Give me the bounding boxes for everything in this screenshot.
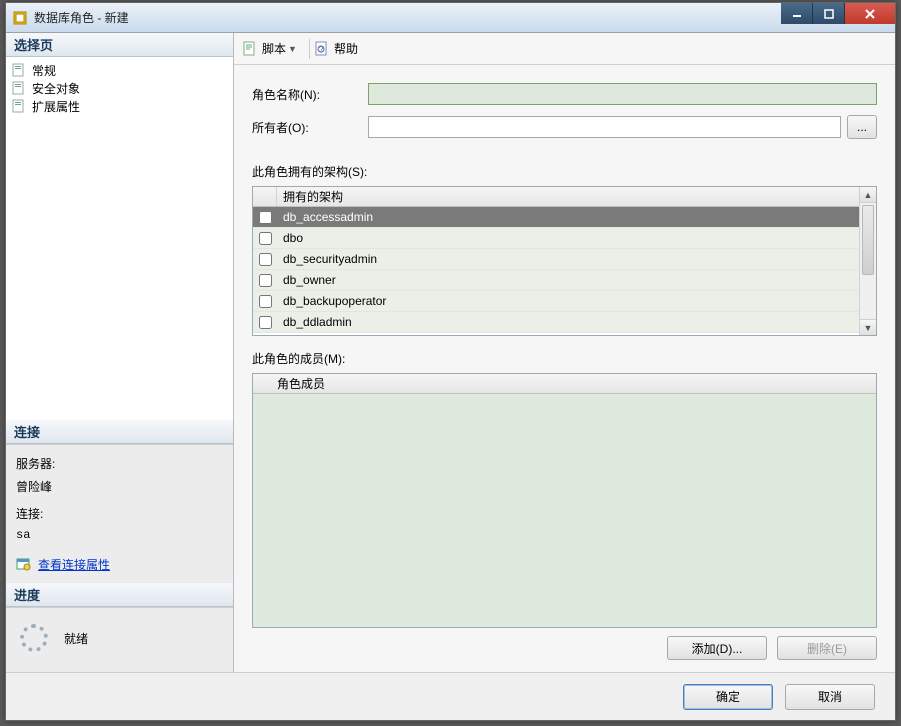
schemas-column-header: 拥有的架构	[277, 188, 343, 205]
link-text: 查看连接属性	[38, 556, 110, 573]
page-icon	[12, 63, 28, 77]
spinner-icon	[20, 624, 48, 652]
script-button[interactable]: 脚本 ▼	[242, 40, 297, 57]
right-panel: 脚本 ▼ ? 帮助 角色名称(N): 所有者(O): ...	[234, 33, 895, 672]
app-icon	[12, 10, 28, 26]
script-label: 脚本	[262, 40, 286, 57]
schema-row[interactable]: db_ddladmin	[253, 312, 859, 333]
minimize-button[interactable]	[781, 3, 813, 24]
left-panel: 选择页 常规 安全对象 扩展属性 连接 服务器: 曾险峰	[6, 33, 234, 672]
connection-section: 服务器: 曾险峰 连接: sa 查看连接属性	[6, 444, 233, 584]
remove-member-button[interactable]: 删除(E)	[777, 636, 877, 660]
scroll-up-icon[interactable]: ▲	[860, 187, 876, 203]
nav-item-extended[interactable]: 扩展属性	[12, 97, 233, 115]
schemas-grid-header: 拥有的架构	[253, 187, 859, 207]
dialog-body: 选择页 常规 安全对象 扩展属性 连接 服务器: 曾险峰	[6, 33, 895, 672]
schema-name: db_ddladmin	[277, 315, 859, 329]
members-body	[253, 394, 876, 627]
members-label: 此角色的成员(M):	[252, 350, 877, 367]
scroll-thumb[interactable]	[862, 205, 874, 275]
role-name-label: 角色名称(N):	[252, 86, 368, 103]
schema-name: db_accessadmin	[277, 210, 859, 224]
progress-section: 就绪	[6, 607, 233, 672]
properties-icon	[16, 556, 32, 572]
connection-header: 连接	[6, 420, 233, 444]
page-icon	[12, 99, 28, 113]
schema-checkbox[interactable]	[259, 295, 272, 308]
titlebar: 数据库角色 - 新建	[6, 3, 895, 33]
owner-label: 所有者(O):	[252, 119, 368, 136]
script-icon	[242, 41, 258, 57]
owner-input[interactable]	[368, 116, 841, 138]
conn-value: sa	[16, 528, 223, 542]
server-label: 服务器:	[16, 455, 223, 472]
schema-checkbox[interactable]	[259, 274, 272, 287]
content-area: 角色名称(N): 所有者(O): ... 此角色拥有的架构(S): 拥有的架构	[234, 65, 895, 672]
owner-row: 所有者(O): ...	[252, 115, 877, 139]
page-icon	[12, 81, 28, 95]
schemas-label: 此角色拥有的架构(S):	[252, 163, 877, 180]
member-buttons: 添加(D)... 删除(E)	[252, 636, 877, 660]
help-button[interactable]: ? 帮助	[314, 40, 358, 57]
nav-label: 安全对象	[32, 80, 80, 97]
schema-row[interactable]: db_owner	[253, 270, 859, 291]
cancel-button[interactable]: 取消	[785, 684, 875, 710]
schema-row[interactable]: db_securityadmin	[253, 249, 859, 270]
schema-checkbox[interactable]	[259, 211, 272, 224]
nav-label: 常规	[32, 62, 56, 79]
help-label: 帮助	[334, 40, 358, 57]
nav-item-general[interactable]: 常规	[12, 61, 233, 79]
schema-name: dbo	[277, 231, 859, 245]
schemas-grid: 拥有的架构 db_accessadmin dbo db_securit	[252, 186, 877, 336]
left-spacer	[6, 119, 233, 420]
schema-row[interactable]: dbo	[253, 228, 859, 249]
schema-name: db_securityadmin	[277, 252, 859, 266]
window-title: 数据库角色 - 新建	[34, 9, 895, 26]
conn-label: 连接:	[16, 505, 223, 522]
add-member-button[interactable]: 添加(D)...	[667, 636, 767, 660]
members-grid-header: 角色成员	[253, 374, 876, 394]
schema-row[interactable]: db_accessadmin	[253, 207, 859, 228]
window-buttons	[781, 3, 895, 24]
progress-header: 进度	[6, 583, 233, 607]
members-grid: 角色成员	[252, 373, 877, 628]
toolbar: 脚本 ▼ ? 帮助	[234, 33, 895, 65]
view-connection-props-link[interactable]: 查看连接属性	[16, 556, 110, 573]
members-column-header: 角色成员	[253, 375, 325, 392]
browse-owner-button[interactable]: ...	[847, 115, 877, 139]
role-name-row: 角色名称(N):	[252, 83, 877, 105]
schema-checkbox[interactable]	[259, 316, 272, 329]
svg-text:?: ?	[319, 45, 324, 54]
scroll-down-icon[interactable]: ▼	[860, 319, 876, 335]
nav-item-securables[interactable]: 安全对象	[12, 79, 233, 97]
close-button[interactable]	[845, 3, 895, 24]
schemas-scrollbar[interactable]: ▲ ▼	[859, 187, 876, 335]
schema-checkbox[interactable]	[259, 253, 272, 266]
select-page-header: 选择页	[6, 33, 233, 57]
separator	[309, 39, 310, 59]
dialog-footer: 确定 取消	[6, 672, 895, 720]
role-name-input[interactable]	[368, 83, 877, 105]
nav-label: 扩展属性	[32, 98, 80, 115]
maximize-button[interactable]	[813, 3, 845, 24]
schema-name: db_owner	[277, 273, 859, 287]
schema-row[interactable]: db_backupoperator	[253, 291, 859, 312]
help-icon: ?	[314, 41, 330, 57]
server-value: 曾险峰	[16, 478, 223, 495]
chevron-down-icon: ▼	[288, 44, 297, 54]
schema-name: db_backupoperator	[277, 294, 859, 308]
ready-label: 就绪	[64, 630, 88, 647]
dialog-window: 数据库角色 - 新建 选择页 常规 安全对象 扩展属性	[5, 2, 896, 721]
schema-checkbox[interactable]	[259, 232, 272, 245]
nav-list: 常规 安全对象 扩展属性	[6, 57, 233, 119]
ok-button[interactable]: 确定	[683, 684, 773, 710]
